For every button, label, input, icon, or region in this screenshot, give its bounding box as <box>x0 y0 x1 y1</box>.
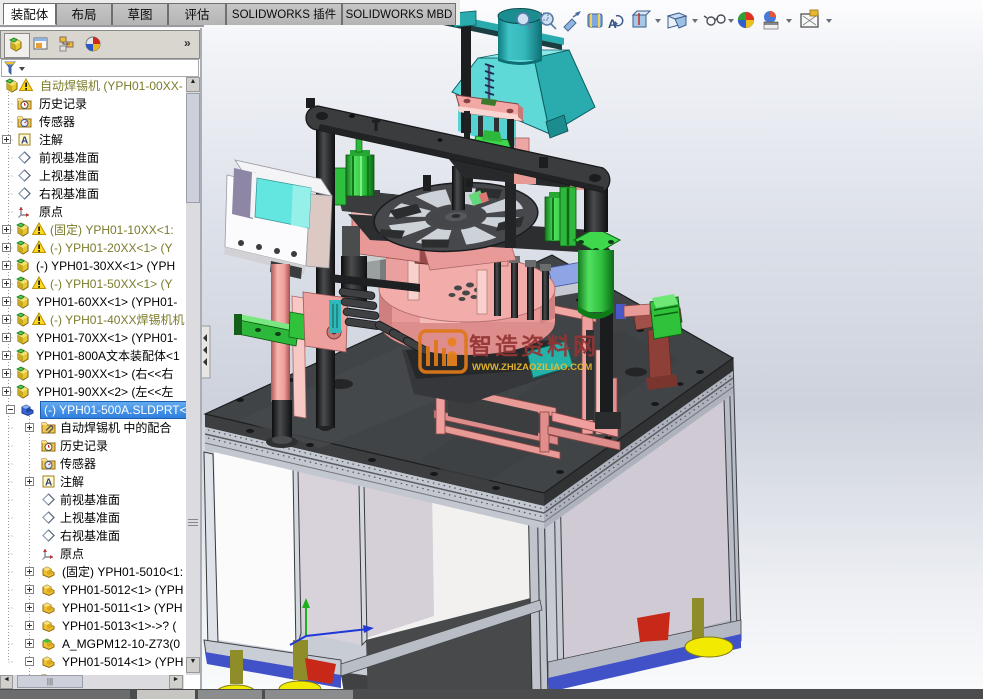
svg-text:WWW.ZHIZAOZILIAO.COM: WWW.ZHIZAOZILIAO.COM <box>472 362 592 373</box>
svg-text:智造资料网: 智造资料网 <box>469 333 599 359</box>
